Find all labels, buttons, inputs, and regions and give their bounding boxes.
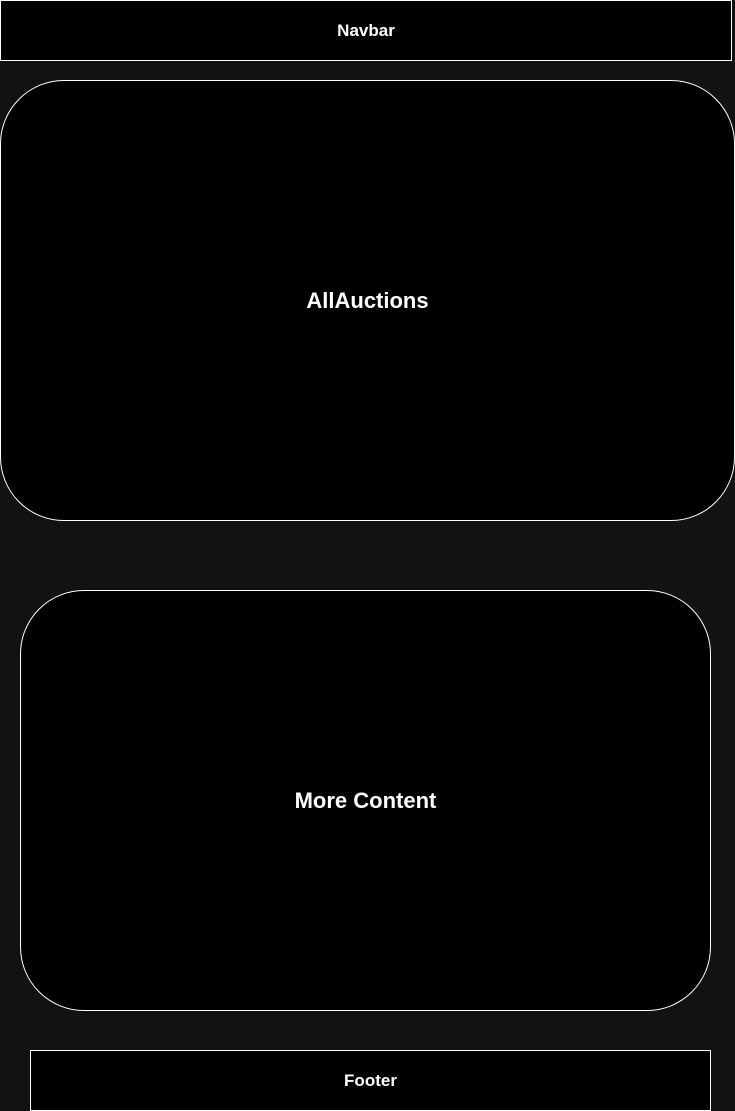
navbar-label: Navbar <box>337 20 395 40</box>
all-auctions-block: AllAuctions <box>0 80 735 521</box>
navbar-block: Navbar <box>0 0 732 61</box>
footer-block: Footer <box>30 1050 711 1111</box>
more-content-label: More Content <box>294 787 437 813</box>
all-auctions-label: AllAuctions <box>306 287 429 313</box>
more-content-block: More Content <box>20 590 711 1011</box>
footer-label: Footer <box>344 1070 397 1090</box>
